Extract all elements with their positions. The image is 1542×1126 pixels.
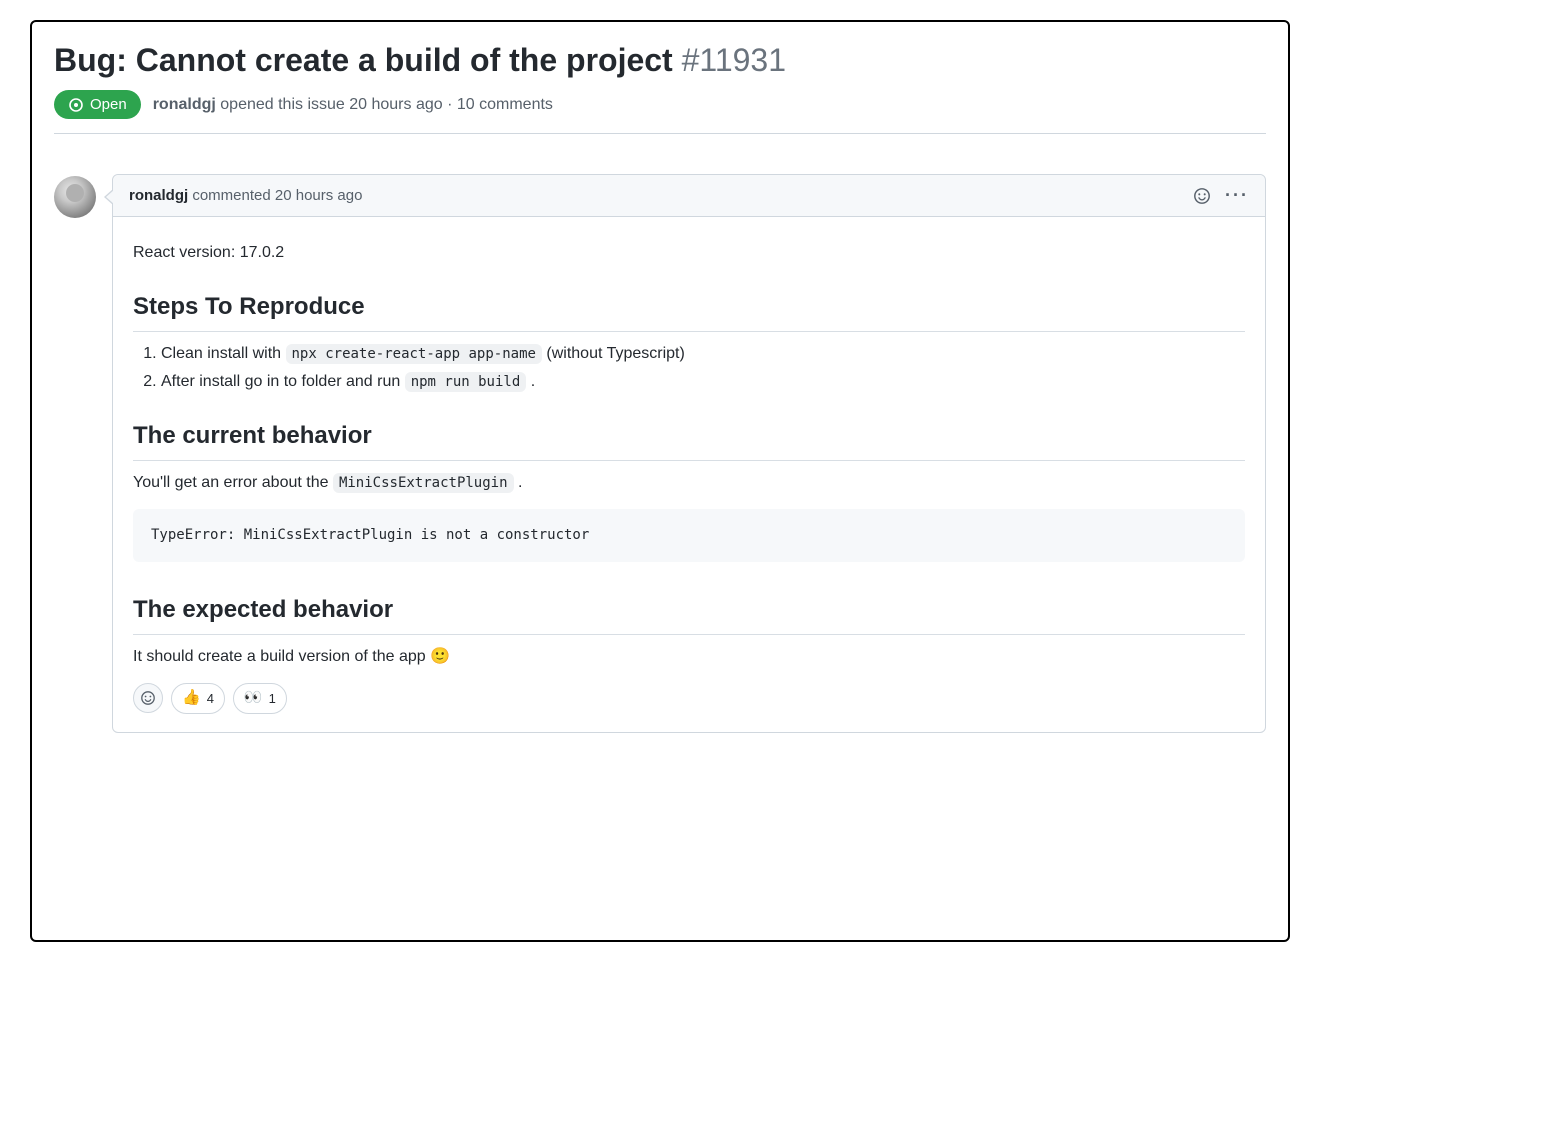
current-behavior-text: You'll get an error about the MiniCssExt…	[133, 471, 1245, 495]
issue-opened-text: opened this issue 20 hours ago	[220, 96, 442, 113]
current-pre: You'll get an error about the	[133, 474, 333, 491]
current-post: .	[514, 474, 523, 491]
state-badge-text: Open	[90, 96, 127, 113]
comment-action: commented	[192, 187, 270, 204]
reactions-bar: 👍 4 👀 1	[133, 683, 1245, 714]
list-item: After install go in to folder and run np…	[161, 370, 1245, 394]
state-badge-open: Open	[54, 90, 141, 119]
issue-author-link[interactable]: ronaldgj	[153, 96, 216, 113]
kebab-icon[interactable]: ···	[1225, 185, 1249, 206]
step2-pre: After install go in to folder and run	[161, 373, 405, 390]
steps-list: Clean install with npx create-react-app …	[161, 342, 1245, 394]
avatar[interactable]	[54, 176, 96, 218]
thumbs-up-emoji: 👍	[182, 687, 201, 710]
steps-heading: Steps To Reproduce	[133, 289, 1245, 332]
react-version-line: React version: 17.0.2	[133, 241, 1245, 265]
comment-time-link[interactable]: 20 hours ago	[275, 187, 363, 204]
comment-header: ronaldgj commented 20 hours ago ···	[113, 175, 1265, 217]
eyes-emoji: 👀	[244, 687, 263, 710]
issue-number: #11931	[682, 42, 786, 78]
issue-title: Bug: Cannot create a build of the projec…	[54, 40, 1266, 80]
reaction-count: 1	[269, 689, 276, 709]
issue-meta-row: Open ronaldgj opened this issue 20 hours…	[54, 90, 1266, 134]
issue-comments-count: 10 comments	[457, 96, 553, 113]
issue-meta-text: ronaldgj opened this issue 20 hours ago …	[153, 96, 553, 114]
comment-header-left: ronaldgj commented 20 hours ago	[129, 187, 362, 204]
error-code-block: TypeError: MiniCssExtractPlugin is not a…	[133, 509, 1245, 562]
comment-box: ronaldgj commented 20 hours ago ··· Reac…	[112, 174, 1266, 733]
smiley-icon[interactable]	[1193, 187, 1211, 205]
list-item: Clean install with npx create-react-app …	[161, 342, 1245, 366]
issue-open-icon	[68, 97, 84, 113]
comment-body: React version: 17.0.2 Steps To Reproduce…	[113, 217, 1265, 732]
comment-thread: ronaldgj commented 20 hours ago ··· Reac…	[54, 174, 1266, 733]
reaction-count: 4	[207, 689, 214, 709]
step1-code: npx create-react-app app-name	[286, 344, 542, 364]
step1-post: (without Typescript)	[542, 345, 685, 362]
reaction-eyes[interactable]: 👀 1	[233, 683, 287, 714]
issue-title-row: Bug: Cannot create a build of the projec…	[54, 40, 1266, 80]
smiley-icon	[140, 690, 156, 706]
reaction-thumbs-up[interactable]: 👍 4	[171, 683, 225, 714]
issue-title-text: Bug: Cannot create a build of the projec…	[54, 42, 673, 78]
comment-author-link[interactable]: ronaldgj	[129, 187, 188, 204]
expected-behavior-text: It should create a build version of the …	[133, 645, 1245, 669]
expected-behavior-heading: The expected behavior	[133, 592, 1245, 635]
current-behavior-heading: The current behavior	[133, 418, 1245, 461]
current-code: MiniCssExtractPlugin	[333, 473, 514, 493]
step1-pre: Clean install with	[161, 345, 286, 362]
step2-code: npm run build	[405, 372, 527, 392]
step2-post: .	[526, 373, 535, 390]
add-reaction-button[interactable]	[133, 683, 163, 713]
